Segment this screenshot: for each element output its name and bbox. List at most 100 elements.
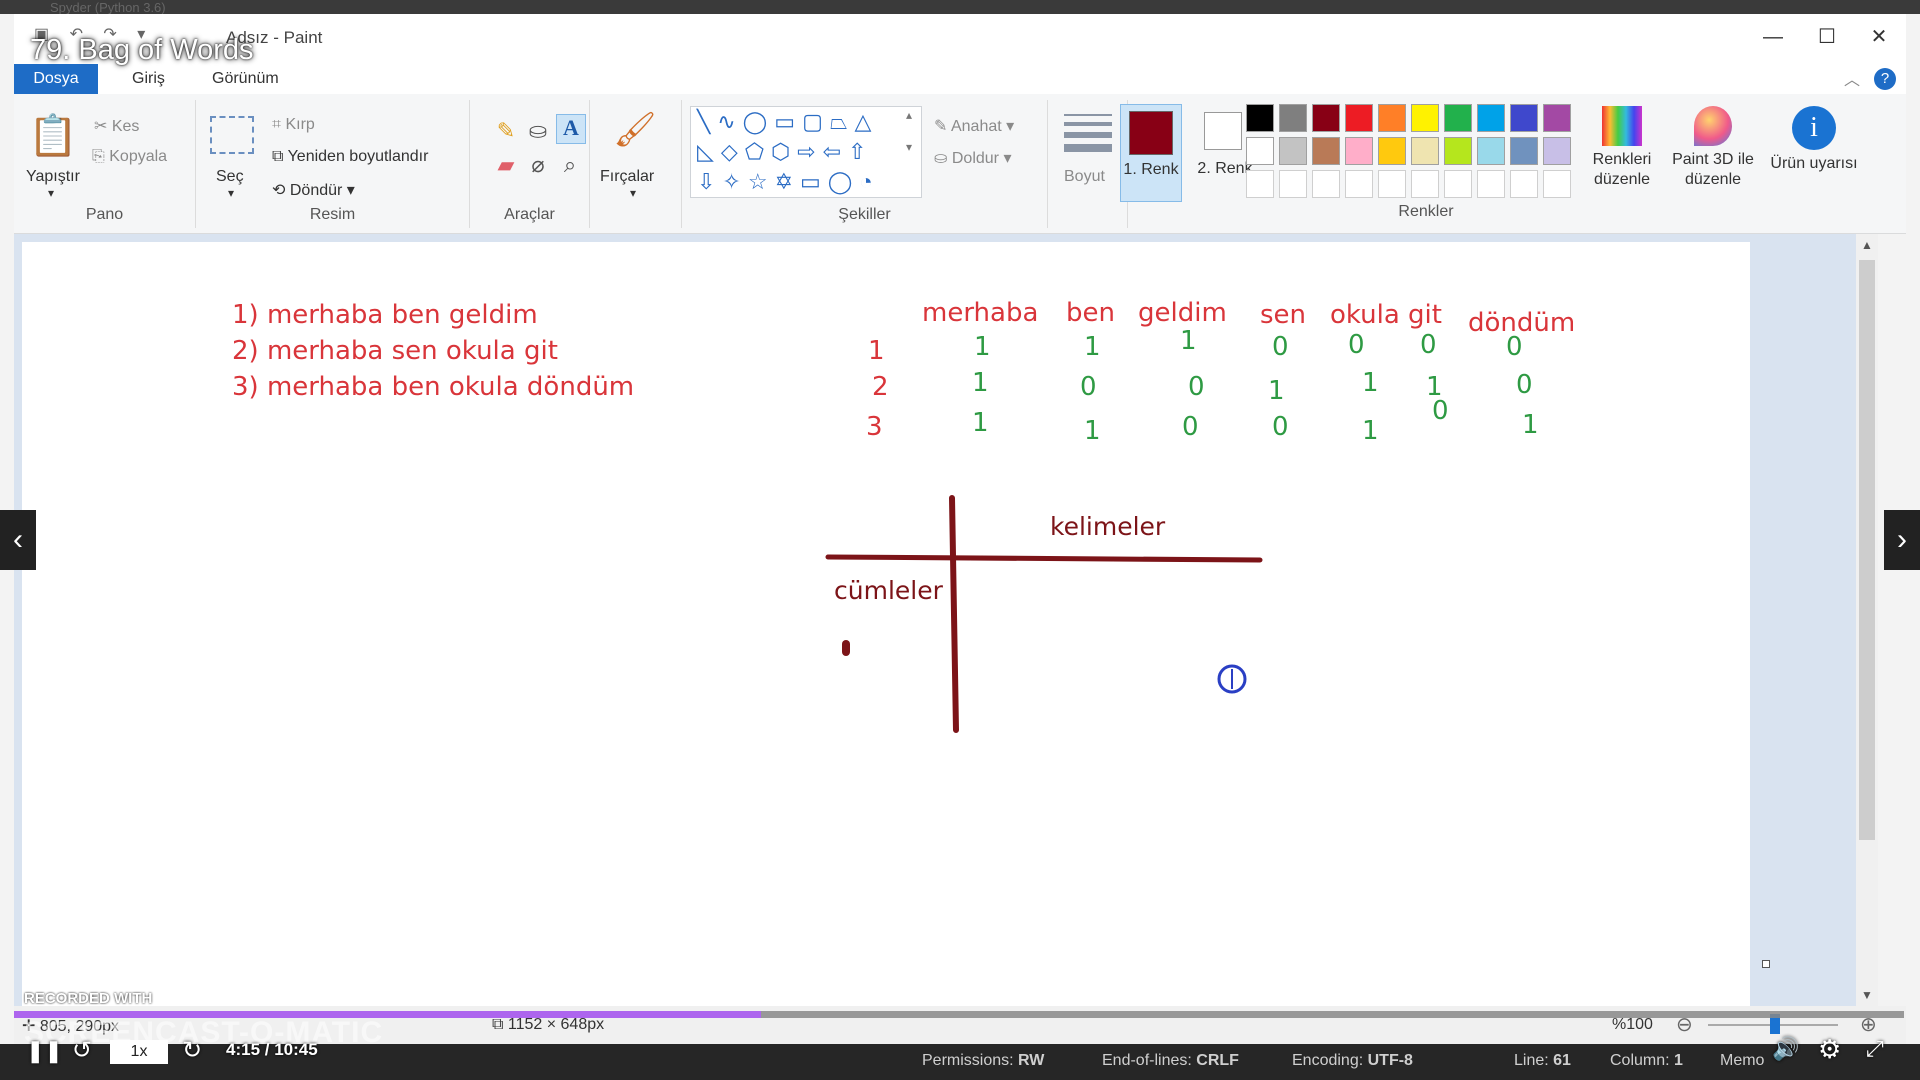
title-bar: ▣ ↶ ↷ ▾ Adsız - Paint — ☐ ✕ <box>14 14 1906 64</box>
palette-color-swatch[interactable] <box>1477 170 1505 198</box>
color1-button[interactable]: 1. Renk <box>1120 104 1182 202</box>
pencil-icon[interactable]: ✎ <box>492 118 520 144</box>
group-label-shapes: Şekiller <box>838 206 891 223</box>
rotate-label: Döndür <box>289 182 343 199</box>
shapes-scroll-up[interactable]: ▴ <box>906 108 912 122</box>
scroll-up-icon[interactable]: ▲ <box>1856 234 1878 256</box>
brushes-dropdown-icon[interactable]: ▾ <box>630 186 636 200</box>
magnifier-icon[interactable]: ⌕ <box>556 152 584 178</box>
brushes-button[interactable]: Fırçalar <box>600 168 654 186</box>
resize-label: Yeniden boyutlandır <box>287 148 429 165</box>
color-picker-icon[interactable]: ⌀ <box>524 152 552 178</box>
crop-button[interactable]: ⌗ Kırp <box>272 116 315 134</box>
palette-color-swatch[interactable] <box>1411 137 1439 165</box>
palette-color-swatch[interactable] <box>1543 137 1571 165</box>
palette-color-swatch[interactable] <box>1279 104 1307 132</box>
pause-icon[interactable]: ❚❚ <box>26 1038 63 1064</box>
collapse-ribbon-icon[interactable]: ︿ <box>1844 66 1860 90</box>
help-icon[interactable]: ? <box>1874 68 1896 90</box>
maximize-button[interactable]: ☐ <box>1804 22 1850 52</box>
paste-button[interactable]: Yapıştır <box>26 168 80 186</box>
fill-shape-label: Doldur <box>951 150 999 167</box>
paste-dropdown-icon[interactable]: ▾ <box>48 186 54 200</box>
palette-color-swatch[interactable] <box>1378 104 1406 132</box>
video-title: 79. Bag of Words <box>30 34 254 66</box>
volume-icon[interactable]: 🔊 <box>1772 1036 1799 1062</box>
palette-color-swatch[interactable] <box>1378 170 1406 198</box>
brush-icon[interactable]: 🖌 <box>610 110 660 156</box>
palette-color-swatch[interactable] <box>1510 170 1538 198</box>
palette-color-swatch[interactable] <box>1444 170 1472 198</box>
rotate-button[interactable]: ⟲ Döndür ▾ <box>272 180 355 200</box>
previous-arrow-icon[interactable]: ‹ <box>0 510 36 570</box>
size-icon[interactable] <box>1064 114 1112 152</box>
tab-file[interactable]: Dosya <box>14 64 98 94</box>
group-tools: ✎ ⛀ A ▰ ⌀ ⌕ Araçlar <box>470 100 590 228</box>
palette-color-swatch[interactable] <box>1543 104 1571 132</box>
outline-button[interactable]: ✎ Anahat ▾ <box>934 116 1014 136</box>
cut-button[interactable]: ✂ Kes <box>94 116 139 136</box>
fill-icon[interactable]: ⛀ <box>524 118 552 144</box>
palette-color-swatch[interactable] <box>1312 170 1340 198</box>
axis-label-words: kelimeler <box>1050 512 1166 541</box>
drawing-canvas[interactable]: 1) merhaba ben geldim 2) merhaba sen oku… <box>22 242 1750 1006</box>
palette-color-swatch[interactable] <box>1312 137 1340 165</box>
palette-color-swatch[interactable] <box>1279 170 1307 198</box>
horizontal-axis-line <box>825 554 1263 563</box>
forward-icon[interactable]: ↻ <box>182 1036 202 1065</box>
group-label-colors: Renkler <box>1398 203 1454 220</box>
palette-color-swatch[interactable] <box>1477 104 1505 132</box>
fullscreen-icon[interactable]: ⤢ <box>1866 1036 1884 1062</box>
group-label-tools: Araçlar <box>504 206 555 223</box>
paste-icon[interactable]: 📋 <box>28 112 78 159</box>
palette-color-swatch[interactable] <box>1411 170 1439 198</box>
close-button[interactable]: ✕ <box>1856 22 1902 52</box>
fill-shape-button[interactable]: ⛀ Doldur ▾ <box>934 148 1011 168</box>
scroll-down-icon[interactable]: ▼ <box>1856 984 1878 1006</box>
palette-color-swatch[interactable] <box>1378 137 1406 165</box>
resize-button[interactable]: ⧉ Yeniden boyutlandır <box>272 148 428 166</box>
palette-color-swatch[interactable] <box>1246 104 1274 132</box>
product-alert-button[interactable]: i Ürün uyarısı <box>1768 104 1860 214</box>
settings-gear-icon[interactable]: ⚙ <box>1818 1034 1841 1065</box>
vertical-scrollbar[interactable]: ▲ ▼ <box>1856 234 1878 1006</box>
paint3d-button[interactable]: Paint 3D ile düzenle <box>1664 104 1762 214</box>
palette-color-swatch[interactable] <box>1279 137 1307 165</box>
crop-label: Kırp <box>285 116 315 133</box>
palette-color-swatch[interactable] <box>1510 137 1538 165</box>
minimize-button[interactable]: — <box>1750 22 1796 52</box>
palette-color-swatch[interactable] <box>1246 170 1274 198</box>
playback-speed-button[interactable]: 1x <box>110 1040 168 1064</box>
palette-color-swatch[interactable] <box>1246 137 1274 165</box>
palette-color-swatch[interactable] <box>1411 104 1439 132</box>
tab-view[interactable]: Görünüm <box>194 64 297 94</box>
size-button[interactable]: Boyut <box>1064 168 1105 186</box>
palette-color-swatch[interactable] <box>1477 137 1505 165</box>
select-icon[interactable] <box>210 116 254 154</box>
palette-color-swatch[interactable] <box>1345 137 1373 165</box>
palette-color-swatch[interactable] <box>1444 104 1472 132</box>
scroll-thumb[interactable] <box>1859 260 1875 840</box>
edit-colors-button[interactable]: Renkleri düzenle <box>1584 104 1660 214</box>
next-arrow-icon[interactable]: › <box>1884 510 1920 570</box>
palette-color-swatch[interactable] <box>1345 170 1373 198</box>
tab-home[interactable]: Giriş <box>114 64 183 94</box>
palette-color-swatch[interactable] <box>1345 104 1373 132</box>
palette-color-swatch[interactable] <box>1543 170 1571 198</box>
text-icon[interactable]: A <box>556 114 586 144</box>
palette-color-swatch[interactable] <box>1510 104 1538 132</box>
shapes-scroll-down[interactable]: ▾ <box>906 140 912 154</box>
palette-color-swatch[interactable] <box>1444 137 1472 165</box>
rewind-icon[interactable]: ↺ <box>72 1036 92 1065</box>
select-button[interactable]: Seç <box>216 168 244 186</box>
edit-colors-icon <box>1602 106 1642 146</box>
group-image: Seç ▾ ⌗ Kırp ⧉ Yeniden boyutlandır ⟲ Dön… <box>196 100 470 228</box>
select-dropdown-icon[interactable]: ▾ <box>228 186 234 200</box>
video-progress-bar[interactable] <box>14 1011 1904 1018</box>
palette-color-swatch[interactable] <box>1312 104 1340 132</box>
copy-button[interactable]: ⎘ Kopyala <box>92 148 167 166</box>
eraser-icon[interactable]: ▰ <box>492 152 520 178</box>
shapes-row-3: ⇩✧☆✡▭◯◔ <box>697 169 880 194</box>
shapes-gallery[interactable]: ╲∿◯▭▢⏢△ ◺◇⬠⬡⇨⇦⇧ ⇩✧☆✡▭◯◔ <box>690 106 922 198</box>
canvas-resize-handle[interactable] <box>1762 960 1770 968</box>
